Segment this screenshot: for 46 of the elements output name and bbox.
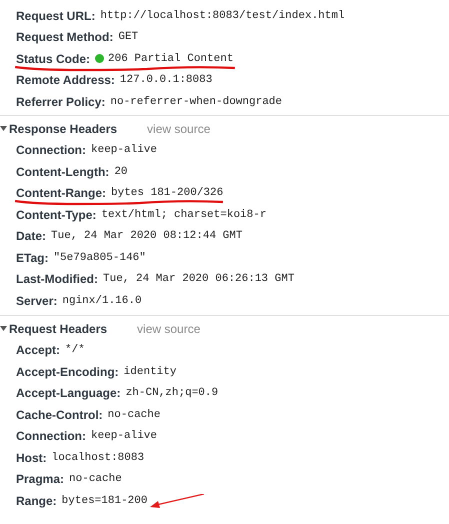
header-value: keep-alive (91, 430, 158, 442)
header-value: text/html; charset=koi8-r (101, 208, 266, 221)
header-value: no-cache (69, 473, 122, 486)
header-name: Accept: (16, 343, 60, 358)
header-value: Tue, 24 Mar 2020 06:26:13 GMT (103, 273, 294, 286)
header-value: zh-CN,zh;q=0.9 (126, 387, 218, 400)
header-name: Request URL: (16, 8, 96, 23)
header-name: Cache-Control: (16, 408, 103, 422)
header-value: 127.0.0.1:8083 (120, 74, 212, 86)
header-value: identity (124, 366, 176, 378)
section-title[interactable]: Request Headers (9, 322, 108, 336)
header-name: Last-Modified: (16, 272, 98, 286)
section-title[interactable]: Response Headers (9, 122, 118, 136)
header-value: 20 (114, 166, 128, 178)
expand-triangle-icon[interactable] (0, 325, 7, 332)
header-name: Content-Range: (16, 186, 106, 200)
header-name: Referrer Policy: (16, 94, 106, 109)
header-value: no-referrer-when-downgrade (110, 96, 282, 108)
header-name: Connection: (16, 143, 86, 158)
header-value: keep-alive (91, 144, 158, 156)
header-name: Status Code: (16, 52, 90, 66)
header-value: GET (118, 31, 138, 44)
header-name: Remote Address: (16, 73, 115, 88)
header-value: no-cache (108, 408, 160, 421)
header-name: Content-Length: (16, 164, 110, 179)
header-name: Date: (16, 229, 46, 244)
header-value: bytes 181-200/326 (111, 187, 224, 200)
header-name: ETag: (16, 250, 48, 265)
expand-triangle-icon[interactable] (0, 125, 7, 132)
header-name: Connection: (16, 429, 86, 444)
header-name: Request Method: (16, 30, 114, 44)
header-name: Content-Type: (16, 208, 96, 222)
header-name: Range: (16, 494, 57, 508)
header-name: Pragma: (16, 472, 64, 486)
header-name: Server: (16, 294, 58, 308)
header-value: 206 Partial Content (108, 52, 234, 65)
header-name: Host: (16, 450, 47, 465)
header-value: */* (65, 344, 85, 356)
header-name: Accept-Encoding: (16, 364, 119, 379)
header-value: Tue, 24 Mar 2020 08:12:44 GMT (51, 230, 242, 242)
header-value: http://localhost:8083/test/index.html (100, 10, 345, 22)
header-value: localhost:8083 (52, 452, 144, 464)
header-value: bytes=181-200 (62, 494, 148, 507)
header-value: nginx/1.16.0 (62, 294, 142, 307)
header-name: Accept-Language: (16, 386, 121, 400)
header-value: "5e79a805-146" (53, 252, 146, 264)
